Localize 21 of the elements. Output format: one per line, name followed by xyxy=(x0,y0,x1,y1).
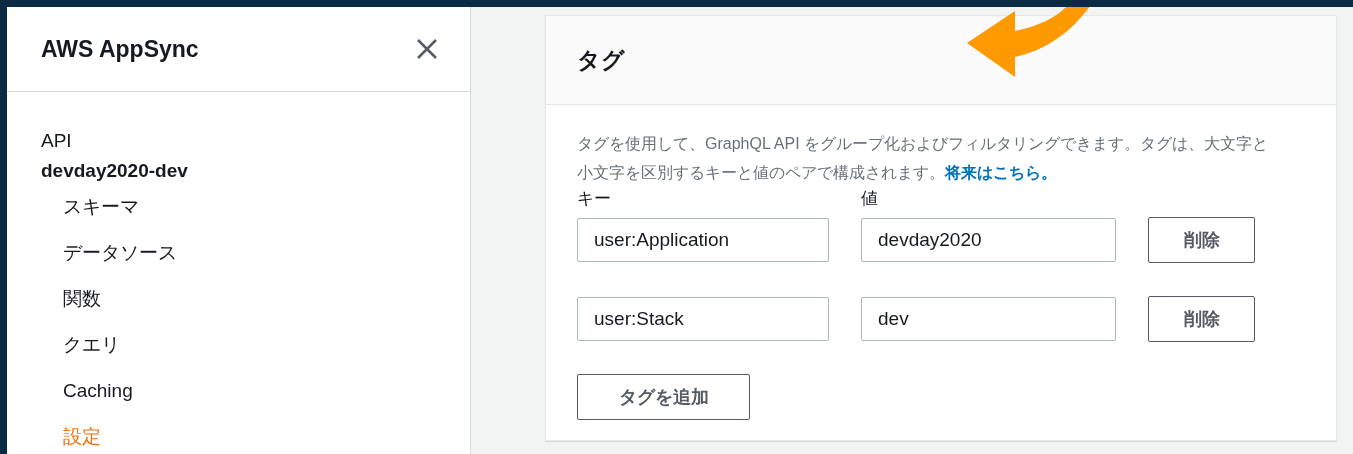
sidebar-item[interactable]: 関数 xyxy=(63,284,470,313)
learn-more-link[interactable]: 将来はこちら。 xyxy=(945,164,1057,181)
sidebar-item[interactable]: クエリ xyxy=(63,330,470,359)
description-text: タグを使用して、GraphQL API をグループ化およびフィルタリングできます。タグは、大文字と小文字を区別するキーと値のペアで構成されます。将来はこちら。 xyxy=(577,134,1269,183)
sidebar-title: AWS AppSync xyxy=(41,35,199,63)
value-field[interactable]: devday2020 xyxy=(861,218,1116,262)
close-icon[interactable] xyxy=(416,38,438,60)
key-field[interactable]: user:Application xyxy=(577,218,829,262)
sidebar-item[interactable]: スキーマ xyxy=(63,192,470,221)
remove-button[interactable]: 削除 xyxy=(1148,296,1255,342)
sidebar-item[interactable]: データソース xyxy=(63,238,470,267)
card-title: タグ xyxy=(577,45,625,75)
sidebar-item[interactable]: API xyxy=(41,126,470,156)
add-tag-button[interactable]: タグを追加 xyxy=(577,374,750,420)
sidebar-item[interactable]: Caching xyxy=(63,376,470,405)
value-field[interactable]: dev xyxy=(861,297,1116,341)
value-label: 値 xyxy=(861,188,879,210)
remove-button[interactable]: 削除 xyxy=(1148,217,1255,263)
key-label: キー xyxy=(577,188,612,210)
sidebar-item[interactable]: devday2020-dev xyxy=(41,156,470,186)
key-field[interactable]: user:Stack xyxy=(577,297,829,341)
